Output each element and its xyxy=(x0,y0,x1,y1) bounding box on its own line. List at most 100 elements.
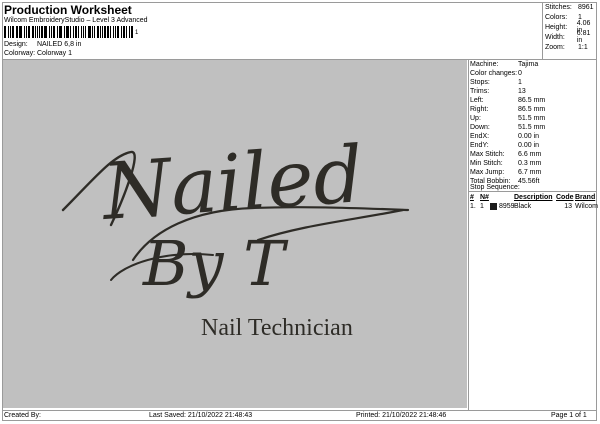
barcode-bar xyxy=(101,26,103,38)
machine-info-value: 6.7 mm xyxy=(518,169,542,176)
machine-info-row: Stops: 1 xyxy=(470,78,596,87)
embroidery-design: Nailed By T Nail Technician xyxy=(61,130,410,341)
machine-info-panel: Machine: Tajima Color changes: 0 Stops: 1 Trim… xyxy=(470,60,596,186)
barcode-bar xyxy=(107,26,110,38)
machine-info-row: Trims: 13 xyxy=(470,87,596,96)
machine-info-value: 51.5 mm xyxy=(518,115,546,122)
barcode-bar xyxy=(72,26,74,38)
barcode-bar xyxy=(129,26,131,38)
barcode-bar xyxy=(116,26,119,38)
stop-sequence-title: Stop Sequence: xyxy=(470,184,520,191)
barcode-bar xyxy=(9,26,11,38)
machine-info-value: 0.00 in xyxy=(518,142,540,149)
barcode-bar xyxy=(74,26,77,38)
barcode-bar xyxy=(122,26,126,38)
barcode-bar xyxy=(126,26,128,38)
barcode-bar xyxy=(104,26,107,38)
barcode-bar xyxy=(110,26,112,38)
machine-info-row: Color changes: 0 xyxy=(470,69,596,78)
machine-info-value: 0.00 in xyxy=(518,133,540,140)
machine-info-row: Down: 51.5 mm xyxy=(470,123,596,132)
footer-page: Page 1 of 1 xyxy=(551,412,587,419)
barcode-bar xyxy=(26,26,27,38)
barcode-bar xyxy=(80,26,83,38)
barcode-bar xyxy=(56,26,58,38)
barcode-bar xyxy=(17,26,19,38)
stop-sequence-header: # N# Description Code Brand xyxy=(470,194,595,201)
thread-color-swatch xyxy=(490,203,497,210)
machine-info-value: 6.6 mm xyxy=(518,151,542,158)
barcode-number: 1 xyxy=(135,30,139,36)
machine-info-row: Max Stitch: 6.6 mm xyxy=(470,150,596,159)
barcode-bar xyxy=(64,26,66,38)
barcode-bar xyxy=(120,26,122,38)
barcode-bar xyxy=(39,26,41,38)
column-code: Code xyxy=(556,194,574,201)
barcode-bar xyxy=(69,26,71,38)
machine-info-row: Left: 86.5 mm xyxy=(470,96,596,105)
design-value: NAILED 6,8 in xyxy=(37,41,82,48)
stats-divider xyxy=(542,2,543,59)
machine-info-value: 0 xyxy=(518,70,522,77)
machine-info-label: Down: xyxy=(470,124,490,131)
machine-info-row: EndX: 0.00 in xyxy=(470,132,596,141)
barcode-bar xyxy=(24,26,26,38)
footer-last-saved: Last Saved: 21/10/2022 21:48:43 xyxy=(149,412,253,419)
colorway-value: Colorway 1 xyxy=(37,50,73,57)
barcode-bar xyxy=(113,26,114,38)
barcode-bar xyxy=(77,26,79,38)
barcode-bar xyxy=(66,26,69,38)
barcode-bar xyxy=(19,26,23,38)
design-row: Design: NAILED 6,8 in xyxy=(4,41,81,48)
machine-info-label: Left: xyxy=(470,97,484,104)
barcode-bar xyxy=(91,26,93,38)
column-description: Description xyxy=(514,194,553,201)
colorway-label: Colorway: xyxy=(4,50,36,57)
footer-created-by: Created By: xyxy=(4,412,41,419)
design-label: Design: xyxy=(4,41,28,48)
barcode-bar xyxy=(11,26,14,38)
machine-info-value: 51.5 mm xyxy=(518,124,546,131)
machine-info-value: 86.5 mm xyxy=(518,97,546,104)
machine-info-row: Max Jump: 6.7 mm xyxy=(470,168,596,177)
machine-info-value: 45.56ft xyxy=(518,178,540,185)
machine-info-row: Machine: Tajima xyxy=(470,60,596,69)
machine-info-label: Stops: xyxy=(470,79,490,86)
barcode-bar xyxy=(31,26,34,38)
machine-info-value: 13 xyxy=(518,88,526,95)
software-subtitle: Wilcom EmbroideryStudio – Level 3 Advanc… xyxy=(4,17,148,24)
stat-width: Width: 6.81 in xyxy=(545,30,591,44)
machine-info-label: Trims: xyxy=(470,88,490,95)
barcode-bar xyxy=(93,26,95,38)
stop-sequence-row: 1. 1 8959 Black 13 Wilcom xyxy=(470,203,598,210)
barcode-bar xyxy=(44,26,47,38)
machine-info-row: Up: 51.5 mm xyxy=(470,114,596,123)
barcode-bar xyxy=(4,26,6,38)
script-line-nailed: Nailed xyxy=(98,130,366,238)
machine-info-label: Min Stitch: xyxy=(470,160,503,167)
machine-info-row: Right: 86.5 mm xyxy=(470,105,596,114)
side-divider xyxy=(468,59,469,410)
barcode-bar xyxy=(48,26,50,38)
column-brand: Brand xyxy=(575,194,596,201)
footer-printed: Printed: 21/10/2022 21:48:46 xyxy=(356,412,447,419)
barcode-bar xyxy=(34,26,36,38)
barcode-bar xyxy=(52,26,55,38)
barcode-bar xyxy=(27,26,30,38)
barcode-bar xyxy=(15,26,17,38)
barcode-bar xyxy=(41,26,44,38)
page-title: Production Worksheet xyxy=(4,3,132,17)
stop-sequence-divider xyxy=(468,191,597,192)
barcode-bar xyxy=(85,26,87,38)
machine-info-row: EndY: 0.00 in xyxy=(470,141,596,150)
barcode-bar xyxy=(99,26,101,38)
machine-info-value: 86.5 mm xyxy=(518,106,546,113)
stat-stitches: Stitches: 8961 xyxy=(545,3,594,11)
design-preview: Nailed By T Nail Technician xyxy=(3,60,467,408)
barcode-bar xyxy=(7,26,9,38)
column-n: N# xyxy=(480,194,489,201)
machine-info-row: Min Stitch: 0.3 mm xyxy=(470,159,596,168)
machine-info-label: Max Stitch: xyxy=(470,151,505,158)
machine-info-label: Color changes: xyxy=(470,70,518,77)
barcode-bar xyxy=(58,26,60,38)
